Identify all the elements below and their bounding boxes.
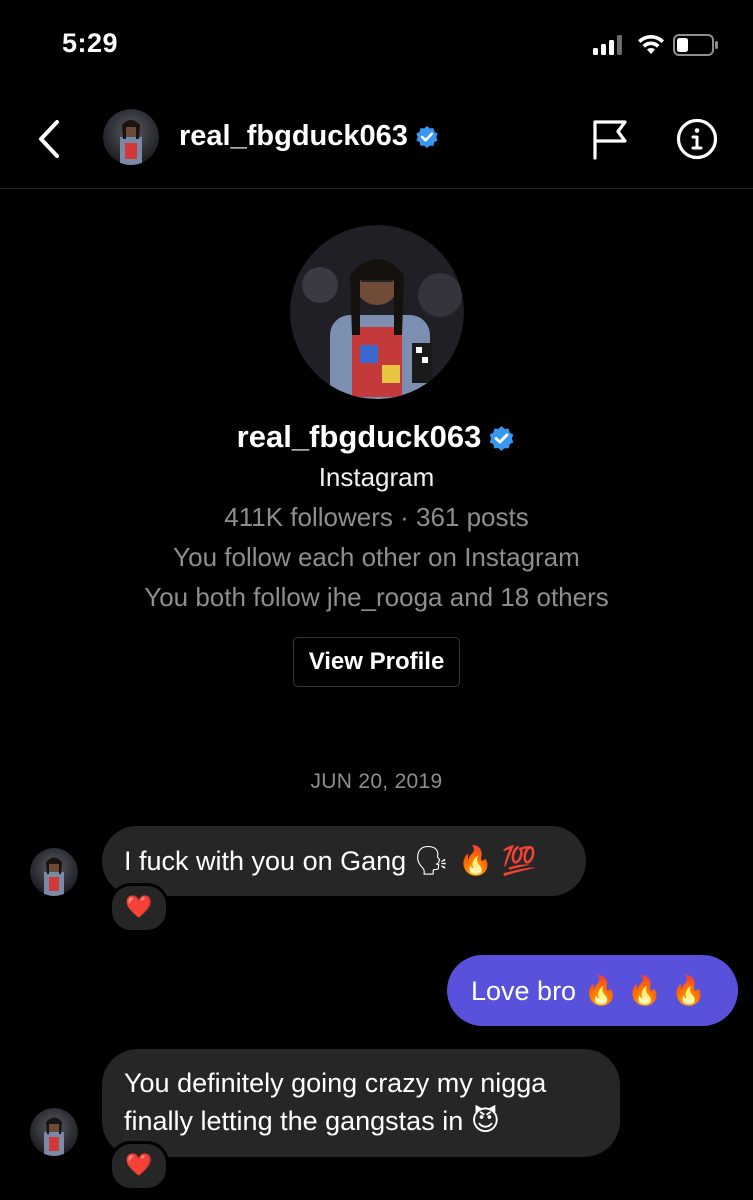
verified-badge-icon: [489, 426, 514, 452]
header-username[interactable]: real_fbgduck063: [179, 120, 440, 153]
heart-reaction-icon: ❤️: [125, 1153, 153, 1178]
battery-icon: [673, 34, 718, 56]
profile-stats: 411K followers · 361 posts: [224, 502, 529, 532]
profile-username: real_fbgduck063: [0, 417, 753, 457]
heart-reaction-icon: ❤️: [125, 895, 153, 920]
message-avatar[interactable]: [30, 1108, 78, 1156]
outgoing-message-bubble[interactable]: Love bro 🔥 🔥 🔥: [447, 955, 738, 1026]
header-username-text: real_fbgduck063: [179, 120, 408, 152]
profile-card: real_fbgduck063 Instagram 411K followers…: [0, 225, 753, 687]
incoming-message-bubble[interactable]: You definitely going crazy my nigga fina…: [102, 1049, 620, 1157]
heart-reaction[interactable]: ❤️: [109, 883, 169, 933]
message-text-line-2: finally letting the gangstas in 😈: [124, 1102, 598, 1140]
message-text-line: You definitely going crazy my nigga: [124, 1068, 547, 1098]
view-profile-button[interactable]: View Profile: [292, 637, 461, 687]
profile-username-text: real_fbgduck063: [236, 419, 482, 454]
verified-badge-icon: [416, 126, 438, 149]
message-text: finally letting the gangstas in: [124, 1106, 464, 1136]
message-text: I fuck with you on Gang: [124, 846, 407, 876]
message-emojis: 🗣 🔥 💯: [413, 844, 537, 877]
message-text: Love bro: [471, 976, 577, 1006]
flag-icon[interactable]: [589, 118, 631, 160]
wifi-icon: [638, 34, 664, 54]
message-avatar[interactable]: [30, 848, 78, 896]
mutual-follow-text: You follow each other on Instagram: [173, 542, 580, 572]
message-emojis: 🔥 🔥 🔥: [583, 974, 706, 1007]
cellular-signal-icon: [593, 35, 627, 55]
heart-reaction[interactable]: ❤️: [109, 1141, 169, 1191]
back-button[interactable]: [30, 116, 72, 162]
profile-avatar[interactable]: [289, 225, 464, 399]
profile-subtitle: Instagram: [318, 462, 435, 492]
incoming-message-bubble[interactable]: I fuck with you on Gang 🗣 🔥 💯: [102, 826, 586, 896]
chat-header: real_fbgduck063: [0, 96, 753, 189]
info-icon[interactable]: [676, 118, 718, 160]
date-divider: JUN 20, 2019: [310, 770, 443, 793]
header-avatar[interactable]: [103, 109, 159, 165]
status-time: 5:29: [62, 28, 119, 58]
mutual-friends-text: You both follow jhe_rooga and 18 others: [144, 582, 609, 612]
message-emojis: 😈: [470, 1104, 500, 1137]
status-bar: 5:29: [0, 0, 753, 90]
